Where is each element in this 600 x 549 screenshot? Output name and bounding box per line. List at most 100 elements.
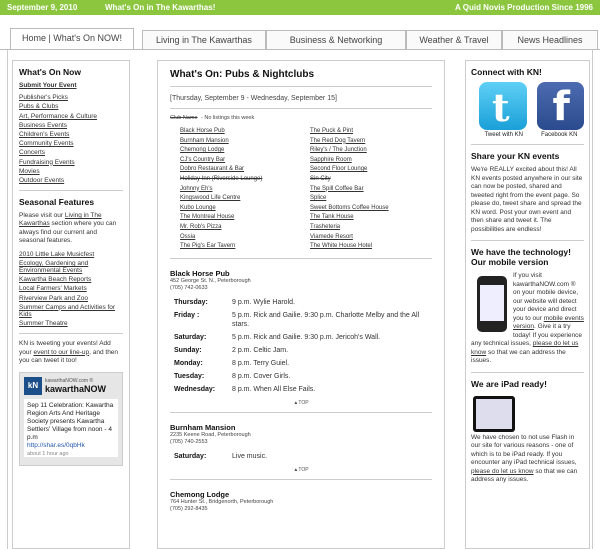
share-heading: Share your KN events bbox=[471, 151, 560, 161]
category-link[interactable]: Outdoor Events bbox=[19, 177, 123, 184]
mobile-phone-icon bbox=[477, 276, 507, 332]
club-link[interactable]: The Tank House bbox=[310, 213, 440, 223]
club-link[interactable]: Chemong Lodge bbox=[180, 146, 310, 156]
category-link[interactable]: Movies bbox=[19, 168, 123, 175]
club-link[interactable]: Second Floor Lounge bbox=[310, 165, 440, 175]
schedule-row: Sunday: 2 p.m. Celtic Jam. bbox=[174, 346, 432, 355]
add-event-link[interactable]: event to our line-up bbox=[33, 349, 89, 356]
back-to-top-link[interactable]: ▲TOP bbox=[170, 467, 432, 473]
schedule-day: Sunday: bbox=[174, 346, 202, 354]
club-link[interactable]: Sweet Bottoms Coffee House bbox=[310, 204, 440, 214]
schedule-event: 9 p.m. Wylie Harold. bbox=[232, 298, 295, 306]
club-link[interactable]: The Red Dog Tavern bbox=[310, 137, 440, 147]
club-link[interactable]: Mr. Rob's Pizza bbox=[180, 223, 310, 233]
legend-text: - No listings this week bbox=[201, 115, 255, 121]
feature-link[interactable]: Summer Camps and Activities for Kids bbox=[19, 304, 123, 318]
club-link[interactable]: Ossia bbox=[180, 233, 310, 243]
club-link[interactable]: The Montreal House bbox=[180, 213, 310, 223]
club-link[interactable]: Trasheteria bbox=[310, 223, 440, 233]
feature-link[interactable]: Summer Theatre bbox=[19, 320, 123, 327]
category-link[interactable]: Fundraising Events bbox=[19, 159, 123, 166]
club-link[interactable]: Burnham Mansion bbox=[180, 137, 310, 147]
venue-name: Chemong Lodge bbox=[170, 489, 230, 499]
club-link[interactable]: The Pig's Ear Tavern bbox=[180, 242, 310, 252]
divider bbox=[19, 333, 123, 334]
category-link[interactable]: Concerts bbox=[19, 149, 123, 156]
listing-legend: Club Name - No listings this week bbox=[170, 115, 432, 121]
main-content: What's On: Pubs & Nightclubs [Thursday, … bbox=[157, 60, 445, 549]
tweet-link[interactable]: http://shar.es/0qbHk bbox=[27, 442, 115, 450]
club-link[interactable]: The Puck & Pint bbox=[310, 127, 440, 137]
venue-schedule: Saturday: Live music. bbox=[174, 452, 432, 461]
venue-phone: (705) 292-8435 bbox=[170, 505, 208, 512]
club-link[interactable]: Holiday Inn (Riverside Lounge) bbox=[180, 175, 310, 185]
divider bbox=[170, 86, 432, 87]
schedule-event: 8 p.m. Terry Guiel. bbox=[232, 359, 290, 367]
venue-phone: (705) 742-0633 bbox=[170, 284, 208, 291]
club-link[interactable]: Johnny Eh's bbox=[180, 185, 310, 195]
current-date: September 9, 2010 bbox=[7, 3, 78, 12]
feature-link[interactable]: Ecology, Gardening and Environmental Eve… bbox=[19, 260, 123, 274]
seasonal-heading: Seasonal Features bbox=[19, 196, 95, 207]
schedule-row: Saturday: 5 p.m. Rick and Gailie. 9:30 p.… bbox=[174, 333, 432, 342]
club-link[interactable]: Kubo Lounge bbox=[180, 204, 310, 214]
club-link[interactable]: Riley's / The Junction bbox=[310, 146, 440, 156]
tab-weather[interactable]: Weather & Travel bbox=[406, 30, 502, 50]
facebook-label[interactable]: Facebook KN bbox=[535, 132, 585, 138]
club-link[interactable]: Splice bbox=[310, 194, 440, 204]
facebook-icon[interactable] bbox=[536, 82, 584, 130]
tab-business[interactable]: Business & Networking bbox=[266, 30, 406, 50]
schedule-day: Monday: bbox=[174, 359, 203, 367]
schedule-day: Saturday: bbox=[174, 452, 207, 460]
kn-logo: kN bbox=[24, 376, 42, 395]
tab-news[interactable]: News Headlines bbox=[502, 30, 598, 50]
club-link[interactable]: CJ's Country Bar bbox=[180, 156, 310, 166]
back-to-top-link[interactable]: ▲TOP bbox=[170, 400, 432, 406]
category-link[interactable]: Community Events bbox=[19, 140, 123, 147]
club-link[interactable]: The White House Hotel bbox=[310, 242, 440, 252]
seasonal-intro: Please visit our Living in The Kawarthas… bbox=[19, 211, 117, 245]
club-link[interactable]: Sapphire Room bbox=[310, 156, 440, 166]
schedule-event: 2 p.m. Celtic Jam. bbox=[232, 346, 289, 354]
submit-event-link[interactable]: Submit Your Event bbox=[19, 82, 123, 89]
venue-name: Burnham Mansion bbox=[170, 422, 236, 432]
tweet-text: Sep 11 Celebration: Kawartha Region Arts… bbox=[27, 401, 114, 441]
ipad-heading: We are iPad ready! bbox=[471, 378, 547, 389]
club-link[interactable]: Sin City bbox=[310, 175, 440, 185]
venue-listing: Chemong Lodge 764 Hunter St., Bridgenorth… bbox=[170, 490, 432, 513]
schedule-row: Tuesday: 8 p.m. Cover Girls. bbox=[174, 372, 432, 381]
schedule-day: Saturday: bbox=[174, 333, 207, 341]
back-to-top-label: TOP bbox=[298, 466, 309, 473]
category-link[interactable]: Business Events bbox=[19, 122, 123, 129]
ipad-contact-link[interactable]: please do let us know bbox=[471, 468, 534, 475]
twitter-label[interactable]: Tweet with KN bbox=[479, 132, 529, 138]
schedule-day: Thursday: bbox=[174, 298, 208, 306]
divider bbox=[170, 411, 432, 413]
twitter-icon[interactable] bbox=[479, 82, 527, 130]
venue-listings: Black Horse Pub 452 George St. N., Peterb… bbox=[170, 269, 432, 513]
twitter-widget-header: kN kawarthaNOW.com ® kawarthaNOW bbox=[24, 376, 118, 395]
category-link[interactable]: Publisher's Picks bbox=[19, 94, 123, 101]
twitter-handle[interactable]: kawarthaNOW bbox=[45, 384, 106, 394]
tab-living[interactable]: Living in The Kawarthas bbox=[142, 30, 266, 50]
venue-listing: Burnham Mansion 2235 Keene Road, Peterbor… bbox=[170, 423, 432, 480]
schedule-row: Thursday: 9 p.m. Wylie Harold. bbox=[174, 298, 432, 307]
page-title: What's On: Pubs & Nightclubs bbox=[170, 69, 315, 80]
club-link[interactable]: Dobro Restaurant & Bar bbox=[180, 165, 310, 175]
club-index: Black Horse Pub The Puck & Pint Burnham Ma… bbox=[180, 127, 432, 252]
feature-link[interactable]: Riverview Park and Zoo bbox=[19, 295, 123, 302]
category-link[interactable]: Children's Events bbox=[19, 131, 123, 138]
tab-home[interactable]: Home | What's On NOW! bbox=[10, 28, 134, 50]
category-link[interactable]: Pubs & Clubs bbox=[19, 103, 123, 110]
category-link[interactable]: Art, Performance & Culture bbox=[19, 113, 123, 120]
club-link[interactable]: The Spill Coffee Bar bbox=[310, 185, 440, 195]
divider bbox=[19, 189, 123, 191]
club-link[interactable]: Viamede Resort bbox=[310, 233, 440, 243]
twitter-widget: kN kawarthaNOW.com ® kawarthaNOW Sep 11 … bbox=[19, 371, 123, 466]
feature-link[interactable]: Local Farmers' Markets bbox=[19, 285, 123, 292]
schedule-event: 8 p.m. Cover Girls. bbox=[232, 372, 291, 380]
feature-link[interactable]: Kawartha Beach Reports bbox=[19, 276, 123, 283]
club-link[interactable]: Black Horse Pub bbox=[180, 127, 310, 137]
club-link[interactable]: Kingswood Life Centre bbox=[180, 194, 310, 204]
feature-link[interactable]: 2010 Little Lake Musicfest bbox=[19, 251, 123, 258]
